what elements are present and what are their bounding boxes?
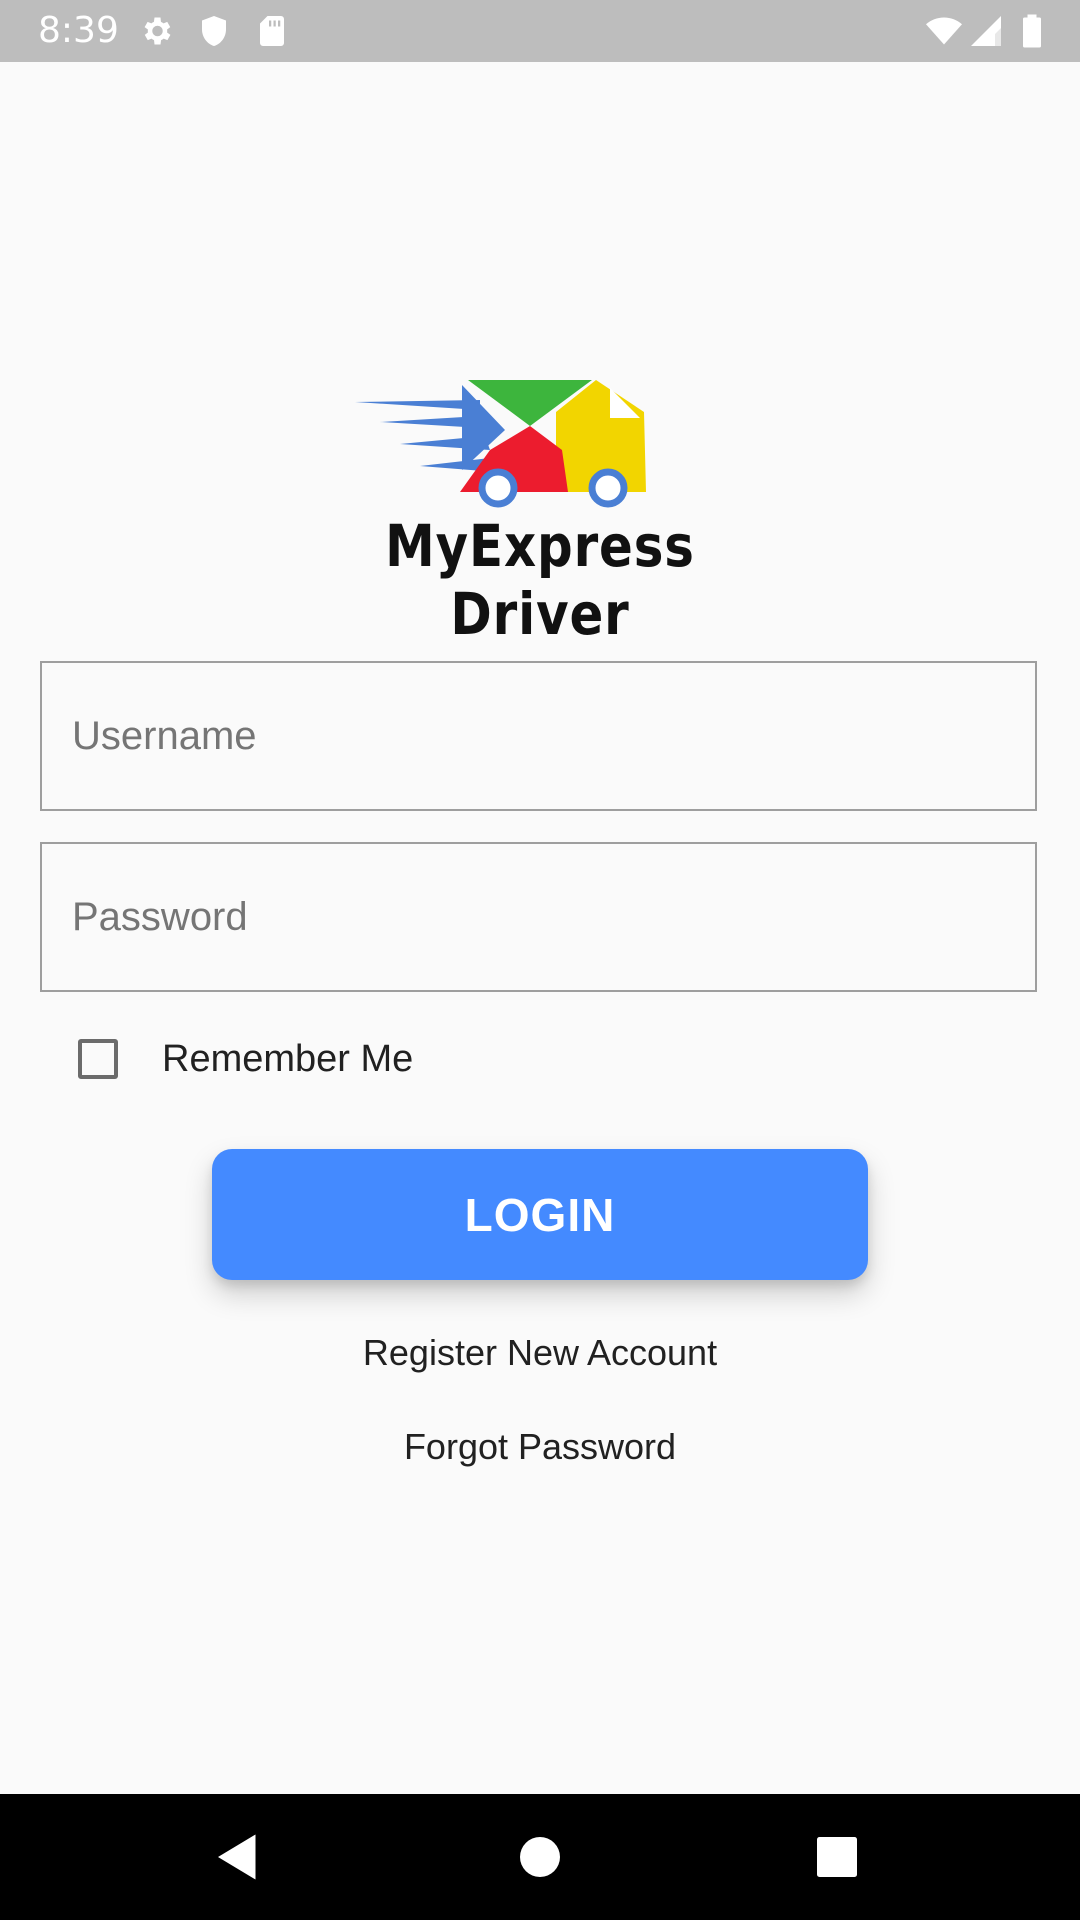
remember-me-row[interactable]: Remember Me <box>78 1036 413 1082</box>
login-button[interactable]: LOGIN <box>212 1149 868 1280</box>
back-icon[interactable] <box>208 1827 268 1887</box>
register-link[interactable]: Register New Account <box>0 1332 1080 1374</box>
logo-text: MyExpress Driver <box>385 512 695 648</box>
wifi-icon <box>926 17 962 45</box>
cell-signal-icon <box>971 16 1001 46</box>
settings-gear-icon <box>144 17 171 45</box>
status-time: 8:39 <box>38 10 119 51</box>
navigation-bar <box>0 1794 1080 1920</box>
home-icon[interactable] <box>510 1827 570 1887</box>
remember-me-checkbox[interactable] <box>78 1039 118 1079</box>
password-field[interactable] <box>40 842 1037 992</box>
app-logo: MyExpress Driver <box>300 370 780 648</box>
password-input[interactable] <box>42 844 1035 990</box>
battery-icon <box>1023 14 1041 48</box>
sd-card-icon <box>260 16 284 46</box>
username-input[interactable] <box>42 663 1035 809</box>
shield-icon <box>202 16 226 46</box>
forgot-password-link[interactable]: Forgot Password <box>0 1426 1080 1468</box>
delivery-truck-logo-icon <box>355 380 646 508</box>
recents-icon[interactable] <box>807 1827 867 1887</box>
username-field[interactable] <box>40 661 1037 811</box>
remember-me-label[interactable]: Remember Me <box>162 1038 413 1081</box>
status-bar: 8:39 <box>0 0 1080 62</box>
